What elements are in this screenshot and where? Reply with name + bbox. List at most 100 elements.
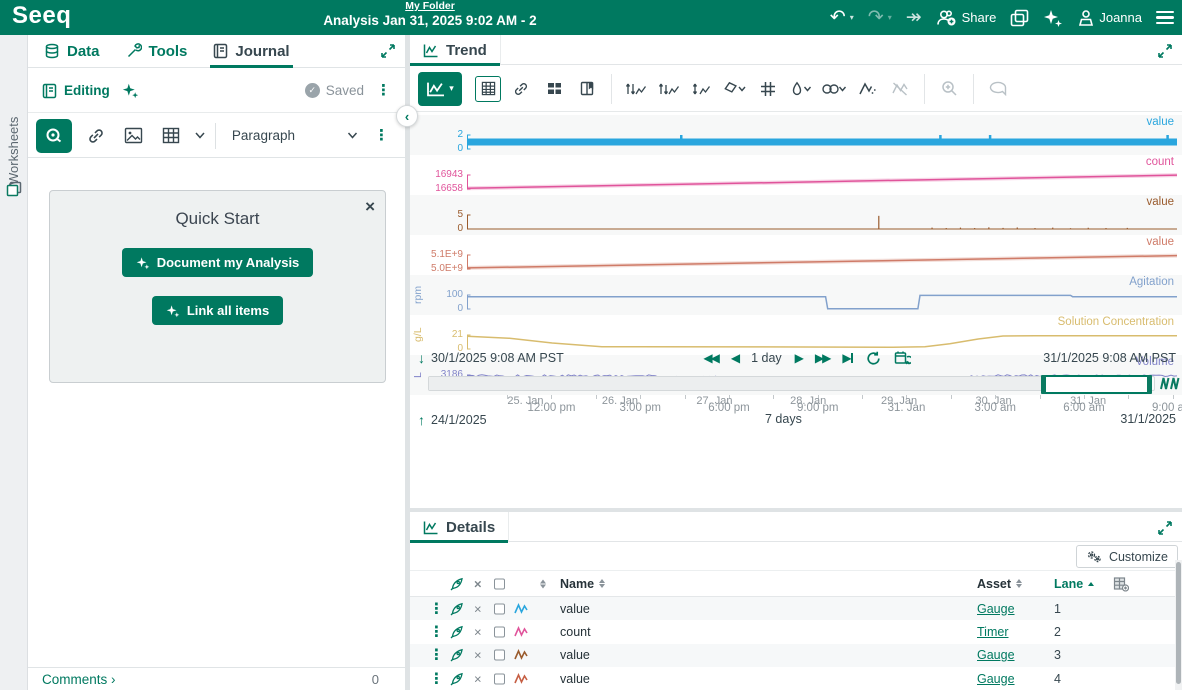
row-checkbox[interactable] xyxy=(494,626,505,638)
worksheets-rail[interactable]: Worksheets xyxy=(0,35,28,690)
hamburger-menu-button[interactable] xyxy=(1156,10,1174,25)
journal-toolbar-more-button[interactable]: ⋮ xyxy=(374,128,389,143)
signal-color-icon[interactable] xyxy=(514,602,528,615)
customize-button[interactable]: Customize xyxy=(1075,545,1178,568)
insert-table-button[interactable] xyxy=(157,122,185,150)
chart-lane[interactable]: Agitation 100 0 rpm xyxy=(410,275,1182,315)
asset-swap-icon[interactable] xyxy=(450,625,464,639)
range-end-label[interactable]: 31/1/2025 9:08 AM PST xyxy=(1043,351,1176,365)
user-menu-button[interactable]: Joanna xyxy=(1077,9,1142,27)
overview-bar[interactable] xyxy=(428,375,1155,394)
gridlines-button[interactable] xyxy=(755,76,781,102)
row-checkbox[interactable] xyxy=(494,649,505,661)
insert-link-button[interactable] xyxy=(82,122,110,150)
step-forward-half-button[interactable]: ▶▶ xyxy=(815,351,832,365)
step-back-half-button[interactable]: ◀◀ xyxy=(703,351,720,365)
asset-swap-icon[interactable] xyxy=(450,602,464,616)
asset-link[interactable]: Gauge xyxy=(977,670,1015,688)
tab-tools[interactable]: Tools xyxy=(126,35,187,68)
capsule-time-button[interactable] xyxy=(574,76,600,102)
asset-link[interactable]: Timer xyxy=(977,623,1008,641)
signal-color-icon[interactable] xyxy=(514,672,528,685)
row-menu-button[interactable]: ⋮ xyxy=(429,671,444,686)
share-button[interactable]: Share xyxy=(936,9,996,27)
row-menu-button[interactable]: ⋮ xyxy=(429,648,444,663)
asset-swap-icon[interactable] xyxy=(450,672,464,686)
remove-signal-button[interactable]: × xyxy=(474,648,482,663)
details-table-row[interactable]: ⋮ × value Gauge 1 xyxy=(410,597,1176,621)
color-sort-icon[interactable] xyxy=(540,579,546,588)
details-table-row[interactable]: ⋮ × value Gauge 4 xyxy=(410,667,1176,690)
step-forward-button[interactable]: ▶ xyxy=(795,351,804,365)
asset-link[interactable]: Gauge xyxy=(977,600,1015,618)
lane-plot[interactable] xyxy=(467,195,1177,235)
overview-zigzag-icon[interactable] xyxy=(1160,376,1180,391)
row-menu-button[interactable]: ⋮ xyxy=(429,601,444,616)
details-table-row[interactable]: ⋮ × value Gauge 3 xyxy=(410,643,1176,667)
stack-lanes-button[interactable] xyxy=(623,76,649,102)
insert-image-button[interactable] xyxy=(119,122,147,150)
column-header-asset[interactable]: Asset xyxy=(977,577,1023,591)
range-start-label[interactable]: 30/1/2025 9:08 AM PST xyxy=(431,351,564,365)
ai-assistant-button[interactable] xyxy=(1043,8,1063,28)
auto-update-icon[interactable] xyxy=(894,350,911,366)
trend-expand-button[interactable] xyxy=(1158,44,1172,58)
remove-signal-button[interactable]: × xyxy=(474,601,482,616)
journal-expand-button[interactable] xyxy=(381,44,395,58)
journal-ai-sparkles-icon[interactable] xyxy=(122,82,139,99)
one-lane-button[interactable] xyxy=(656,76,682,102)
remove-signal-button[interactable]: × xyxy=(474,624,482,639)
hide-signals-button[interactable] xyxy=(887,76,913,102)
undo-button[interactable]: ↶ ▾ xyxy=(830,8,854,27)
lane-plot[interactable] xyxy=(467,155,1177,195)
remove-all-header-icon[interactable]: × xyxy=(474,576,482,591)
asset-swap-header-icon[interactable] xyxy=(450,577,464,591)
trend-view-button[interactable]: ▾ xyxy=(418,71,462,106)
signal-color-icon[interactable] xyxy=(514,625,528,638)
paragraph-style-select[interactable]: Paragraph xyxy=(226,128,364,143)
remove-signal-button[interactable]: × xyxy=(474,671,482,686)
comments-toggle[interactable]: Comments › xyxy=(42,672,116,687)
journal-menu-button[interactable]: ⋮ xyxy=(376,83,391,98)
signal-color-icon[interactable] xyxy=(514,649,528,661)
collapse-panel-button[interactable]: ‹ xyxy=(396,105,418,127)
refresh-range-icon[interactable] xyxy=(866,351,881,366)
row-checkbox[interactable] xyxy=(494,603,505,615)
overview-selection-right-grip[interactable] xyxy=(1147,375,1153,394)
dimming-button[interactable] xyxy=(821,76,847,102)
editing-mode-button[interactable]: Editing xyxy=(42,83,110,99)
link-all-items-button[interactable]: Link all items xyxy=(151,296,284,325)
document-analysis-button[interactable]: Document my Analysis xyxy=(121,248,314,277)
asset-swap-icon[interactable] xyxy=(450,648,464,662)
chart-lane[interactable]: value 2 0 xyxy=(410,115,1182,155)
worksheet-copy-button[interactable] xyxy=(1010,9,1029,27)
row-checkbox[interactable] xyxy=(494,673,505,685)
step-back-button[interactable]: ◀ xyxy=(731,351,740,365)
step-to-end-button[interactable]: ▶ xyxy=(842,351,853,365)
column-header-name[interactable]: Name xyxy=(560,577,606,591)
lane-plot[interactable] xyxy=(467,235,1177,275)
labels-button[interactable] xyxy=(722,76,748,102)
range-duration-label[interactable]: 1 day xyxy=(751,351,782,365)
publish-button[interactable]: ↠ xyxy=(906,8,922,27)
overview-selection[interactable] xyxy=(1043,375,1151,394)
row-menu-button[interactable]: ⋮ xyxy=(429,624,444,639)
asset-link[interactable]: Gauge xyxy=(977,646,1015,664)
tab-details[interactable]: Details xyxy=(410,512,510,543)
select-all-checkbox[interactable] xyxy=(494,578,505,589)
chain-view-button[interactable] xyxy=(508,76,534,102)
cursors-button[interactable] xyxy=(788,76,814,102)
compare-view-button[interactable] xyxy=(541,76,567,102)
table-caret-icon[interactable] xyxy=(195,132,205,139)
interpolation-button[interactable] xyxy=(854,76,880,102)
overview-duration-label[interactable]: 7 days xyxy=(765,412,802,426)
tab-journal[interactable]: Journal xyxy=(210,35,293,68)
overview-start-label[interactable]: 24/1/2025 xyxy=(431,413,487,427)
details-table-row[interactable]: ⋮ × count Timer 2 xyxy=(410,620,1176,643)
chart-lane[interactable]: count 16943 16658 xyxy=(410,155,1182,195)
chart-lane[interactable]: value 5 0 xyxy=(410,195,1182,235)
add-column-icon[interactable] xyxy=(1113,576,1129,591)
overview-end-label[interactable]: 31/1/2025 xyxy=(1120,412,1176,426)
details-expand-button[interactable] xyxy=(1158,521,1172,535)
column-header-lane[interactable]: Lane xyxy=(1054,577,1095,591)
